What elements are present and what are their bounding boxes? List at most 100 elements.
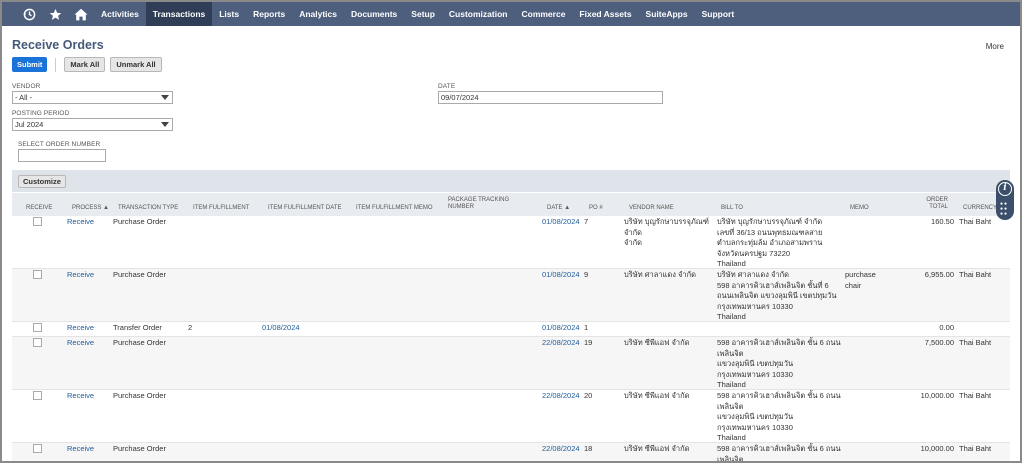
vendor-line: บริษัท ซีพีแอฟ จำกัด <box>624 444 690 453</box>
col-po-number[interactable]: PO # <box>589 205 603 212</box>
col-item-fulfillment-date[interactable]: ITEM FULFILLMENT DATE <box>268 205 341 212</box>
nav-reports[interactable]: Reports <box>246 2 292 26</box>
currency: Thai Baht <box>959 338 992 347</box>
nav-activities[interactable]: Activities <box>94 2 146 26</box>
col-memo[interactable]: MEMO <box>850 205 869 212</box>
bill-to-line: แขวงลุมพินี เขตปทุมวัน <box>717 359 794 368</box>
vendor-name: บริษัท ศาลาแดง จำกัด <box>624 270 716 281</box>
col-item-fulfillment[interactable]: ITEM FULFILLMENT <box>193 205 249 212</box>
receive-checkbox[interactable] <box>33 323 42 332</box>
vendor-line: บริษัท ซีพีแอฟ จำกัด <box>624 338 690 347</box>
transaction-type: Transfer Order <box>113 323 162 332</box>
receive-checkbox[interactable] <box>33 391 42 400</box>
item-fulfillment: 2 <box>188 323 193 332</box>
col-order-total-line2: TOTAL <box>929 204 948 210</box>
star-icon[interactable] <box>42 2 68 26</box>
receive-link[interactable]: Receive <box>67 391 94 402</box>
date-link[interactable]: 01/08/2024 <box>542 323 580 334</box>
bill-to-line: เพลินจิต <box>717 454 744 463</box>
receive-link[interactable]: Receive <box>67 323 94 334</box>
nav-customization[interactable]: Customization <box>442 2 515 26</box>
order-total: 0.00 <box>939 323 954 332</box>
nav-lists[interactable]: Lists <box>212 2 246 26</box>
bill-to-line: บริษัท บุญรักษาบรรจุภัณฑ์ จำกัด <box>717 217 823 226</box>
bill-to-line: ถนนเพลินจิต แขวงลุมพินี เขตปทุมวัน <box>717 291 837 300</box>
vendor-select[interactable]: - All - <box>12 91 173 104</box>
mark-all-button[interactable]: Mark All <box>64 57 106 72</box>
po-number: 20 <box>584 391 593 400</box>
nav-transactions[interactable]: Transactions <box>145 2 213 26</box>
table-row: Receive Purchase Order 22/08/2024 18 บริ… <box>12 443 1010 463</box>
col-package-tracking-line2: NUMBER <box>448 204 475 210</box>
recent-records-icon[interactable] <box>16 2 42 26</box>
bill-to: บริษัท ศาลาแดง จำกัด 598 อาคารคิวเฮาส์เพ… <box>717 270 847 323</box>
col-package-tracking[interactable]: PACKAGE TRACKING NUMBER <box>448 197 509 211</box>
col-item-fulfillment-memo[interactable]: ITEM FULFILLMENT MEMO <box>356 205 433 212</box>
memo-line: chair <box>845 280 862 290</box>
receive-checkbox[interactable] <box>33 217 42 226</box>
vendor-label: VENDOR <box>12 83 41 90</box>
memo: purchase chair <box>845 270 895 291</box>
receive-link[interactable]: Receive <box>67 338 94 349</box>
receive-link[interactable]: Receive <box>67 217 94 228</box>
col-vendor-name[interactable]: VENDOR NAME <box>629 205 674 212</box>
home-icon[interactable] <box>68 2 94 26</box>
bill-to-line: Thailand <box>717 312 746 321</box>
transaction-type: Purchase Order <box>113 391 166 400</box>
vendor-select-value: - All - <box>15 93 33 102</box>
more-menu[interactable]: More <box>986 42 1004 51</box>
bill-to-line: กรุงเทพมหานคร 10330 <box>717 369 793 379</box>
po-number: 1 <box>584 323 589 332</box>
posting-period-select[interactable]: Jul 2024 <box>12 118 173 131</box>
item-fulfillment-date-link[interactable]: 01/08/2024 <box>262 323 300 334</box>
nav-commerce[interactable]: Commerce <box>514 2 572 26</box>
receive-checkbox[interactable] <box>33 338 42 347</box>
order-number-input[interactable] <box>18 149 106 162</box>
col-process[interactable]: PROCESS ▲ <box>72 205 109 212</box>
bill-to-line: Thailand <box>717 433 746 442</box>
nav-support[interactable]: Support <box>695 2 742 26</box>
transaction-type: Purchase Order <box>113 270 166 279</box>
receive-checkbox[interactable] <box>33 270 42 279</box>
customize-button[interactable]: Customize <box>18 175 66 188</box>
nav-suiteapps[interactable]: SuiteApps <box>639 2 695 26</box>
col-receive[interactable]: RECEIVE <box>26 205 52 212</box>
nav-setup[interactable]: Setup <box>404 2 442 26</box>
nav-fixed-assets[interactable]: Fixed Assets <box>572 2 638 26</box>
posting-period-value: Jul 2024 <box>15 120 44 129</box>
divider <box>55 57 57 72</box>
bill-to-line: เพลินจิต <box>717 401 744 411</box>
receive-link[interactable]: Receive <box>67 444 94 455</box>
nav-analytics[interactable]: Analytics <box>292 2 344 26</box>
col-transaction-type[interactable]: TRANSACTION TYPE <box>118 205 178 212</box>
receive-link[interactable]: Receive <box>67 270 94 281</box>
vendor-name: บริษัท บุญรักษาบรรจุภัณฑ์ จำกัด จำกัด <box>624 217 716 249</box>
po-number: 19 <box>584 338 593 347</box>
info-icon[interactable]: i <box>998 182 1012 196</box>
vendor-name: บริษัท ซีพีแอฟ จำกัด <box>624 391 716 402</box>
order-number-label: SELECT ORDER NUMBER <box>18 141 101 148</box>
transaction-type: Purchase Order <box>113 217 166 226</box>
vendor-line: บริษัท บุญรักษาบรรจุภัณฑ์ จำกัด <box>624 217 709 237</box>
order-total: 160.50 <box>931 217 954 226</box>
nav-documents[interactable]: Documents <box>344 2 404 26</box>
currency: Thai Baht <box>959 391 992 400</box>
col-bill-to[interactable]: BILL TO <box>721 205 743 212</box>
date-link[interactable]: 01/08/2024 <box>542 217 580 228</box>
help-side-widget[interactable]: i ●● ●● ●● <box>996 180 1014 220</box>
action-buttons: Submit Mark All Unmark All <box>12 57 167 72</box>
col-currency[interactable]: CURRENCY <box>963 205 997 212</box>
date-link[interactable]: 01/08/2024 <box>542 270 580 281</box>
date-field[interactable]: 09/07/2024 <box>438 91 663 104</box>
date-field-value: 09/07/2024 <box>441 93 479 102</box>
unmark-all-button[interactable]: Unmark All <box>110 57 162 72</box>
apps-grid-icon[interactable]: ●● ●● ●● <box>1000 202 1010 217</box>
date-link[interactable]: 22/08/2024 <box>542 444 580 455</box>
date-link[interactable]: 22/08/2024 <box>542 391 580 402</box>
col-date[interactable]: DATE ▲ <box>547 205 570 212</box>
submit-button[interactable]: Submit <box>12 57 48 72</box>
col-order-total[interactable]: ORDER TOTAL <box>912 197 948 211</box>
bill-to: 598 อาคารคิวเฮาส์เพลินจิต ชั้น 6 ถนน เพล… <box>717 444 847 463</box>
receive-checkbox[interactable] <box>33 444 42 453</box>
date-link[interactable]: 22/08/2024 <box>542 338 580 349</box>
